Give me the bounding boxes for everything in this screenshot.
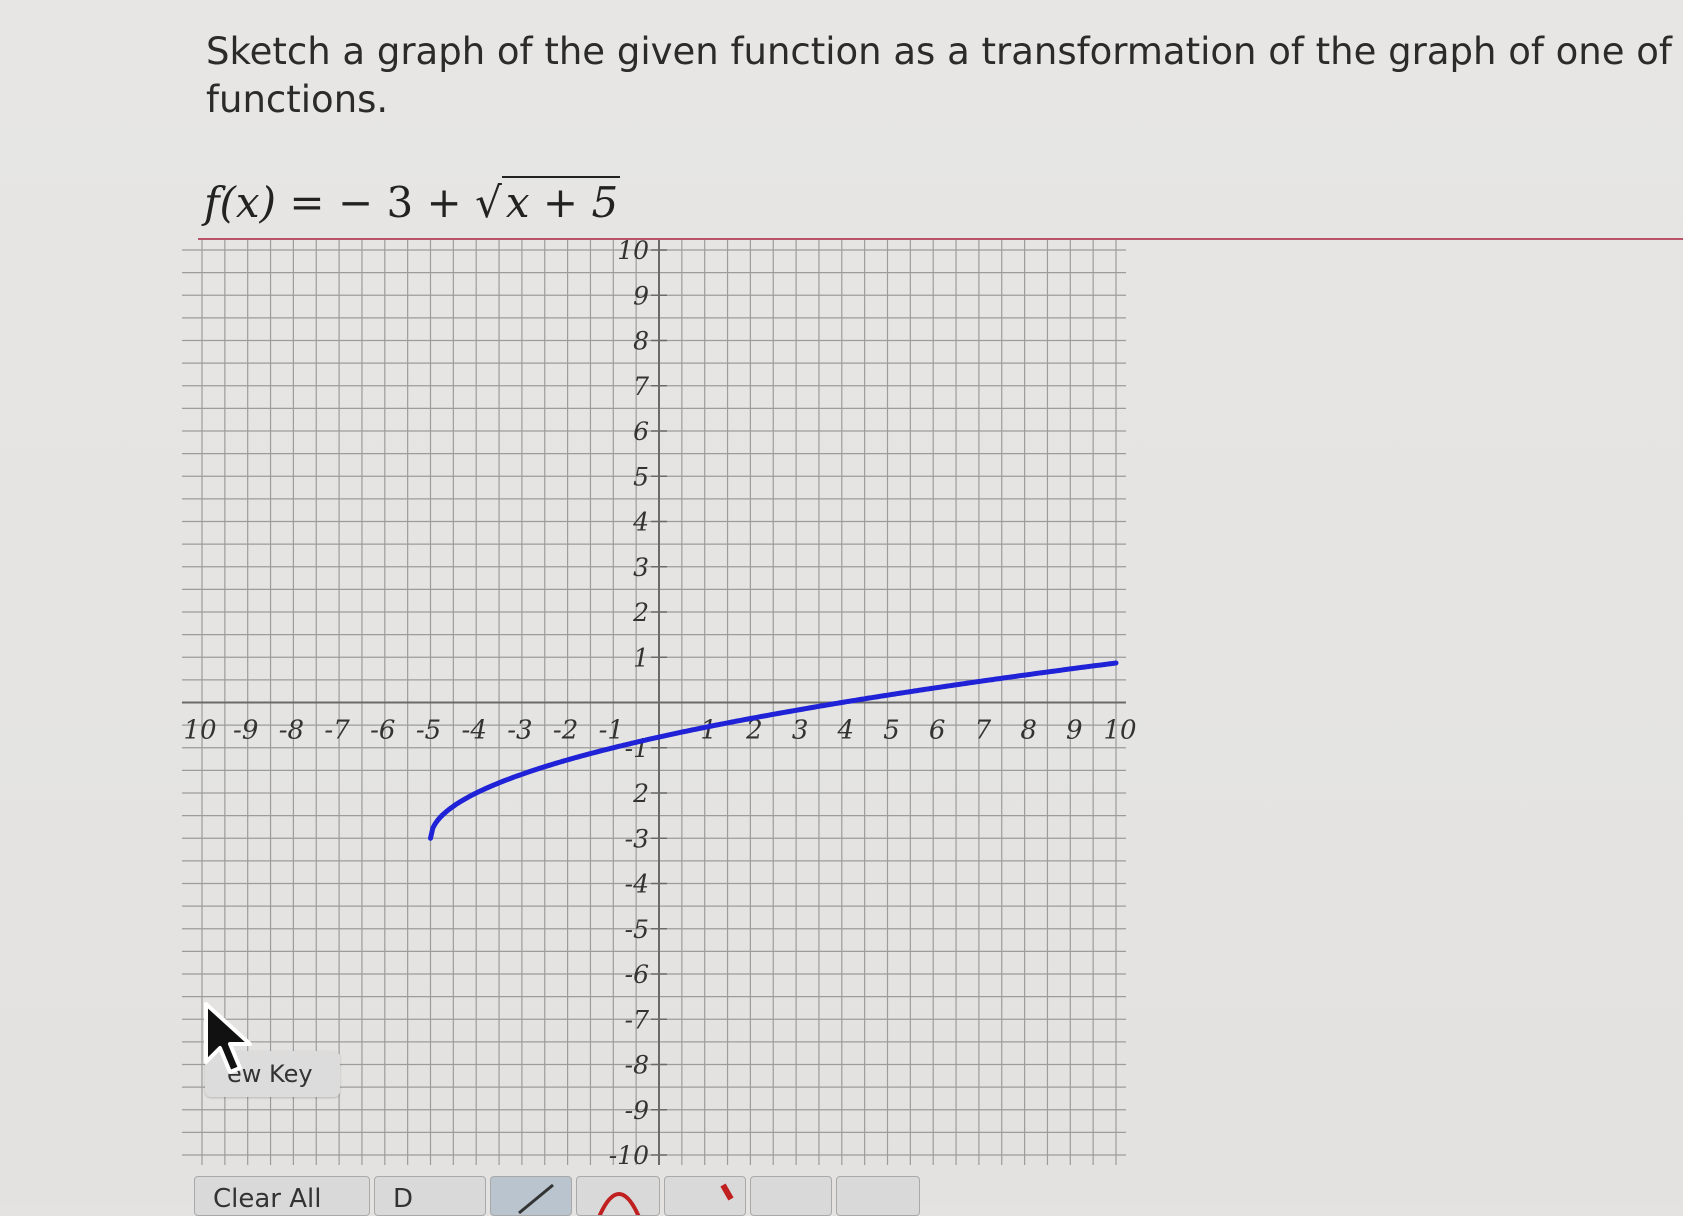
y-tick-label: -6: [625, 960, 649, 989]
x-tick-label: -5: [416, 716, 441, 746]
x-tick-label: 4: [837, 716, 855, 746]
y-tick-label: -5: [625, 915, 649, 944]
tool-button-5[interactable]: [836, 1176, 920, 1216]
line-tool-icon: [518, 1183, 554, 1215]
cursor-arrow-icon: [204, 1002, 252, 1074]
x-tick-label: 3: [792, 716, 809, 746]
tool-button-4[interactable]: [750, 1176, 832, 1216]
y-tick-label: 2: [632, 598, 649, 627]
pencil-tool-button[interactable]: [664, 1176, 746, 1216]
x-tick-label: 8: [1020, 716, 1037, 746]
x-tick-label: 7: [975, 716, 992, 746]
line-tool-button[interactable]: [490, 1176, 572, 1216]
y-tick-label: 2: [632, 779, 649, 808]
x-tick-label: 10: [183, 716, 216, 746]
x-tick-label: 1: [700, 716, 717, 746]
y-tick-label: 3: [633, 553, 649, 582]
x-tick-label: -4: [462, 716, 487, 746]
screen: Sketch a graph of the given function as …: [0, 0, 1683, 1216]
x-tick-label: -1: [599, 716, 624, 746]
y-tick-label: -10: [609, 1141, 649, 1170]
y-tick-label: 4: [632, 508, 649, 537]
y-tick-label: 5: [633, 462, 649, 491]
y-tick-label: 7: [633, 372, 649, 401]
y-tick-label: 1: [633, 643, 649, 672]
x-tick-label: 5: [883, 716, 900, 746]
clear-all-button[interactable]: Clear All: [194, 1176, 370, 1216]
y-tick-label: -9: [625, 1096, 649, 1125]
x-tick-label: -2: [553, 716, 578, 746]
axes: [182, 240, 1126, 1165]
parabola-tool-icon: [597, 1192, 641, 1215]
x-tick-label: -7: [324, 716, 350, 746]
x-tick-label: 6: [929, 716, 946, 746]
y-tick-label: -8: [625, 1051, 649, 1080]
x-tick-label: -3: [507, 716, 532, 746]
y-tick-label: 6: [633, 417, 649, 446]
pencil-tool-icon: [720, 1183, 734, 1201]
parabola-tool-button[interactable]: [576, 1176, 660, 1216]
y-tick-label: 9: [633, 281, 649, 310]
x-tick-label: -6: [370, 716, 395, 746]
y-tick-label: 10: [617, 236, 649, 265]
x-tick-label: 10: [1103, 716, 1136, 746]
x-tick-label: 9: [1066, 716, 1083, 746]
y-tick-label: -7: [625, 1005, 649, 1034]
draw-button[interactable]: D: [374, 1176, 486, 1216]
x-tick-label: -8: [279, 716, 304, 746]
y-tick-label: 8: [633, 327, 649, 356]
y-tick-label: -4: [625, 870, 649, 899]
x-tick-label: -9: [233, 716, 258, 746]
y-tick-label: -3: [625, 824, 649, 853]
